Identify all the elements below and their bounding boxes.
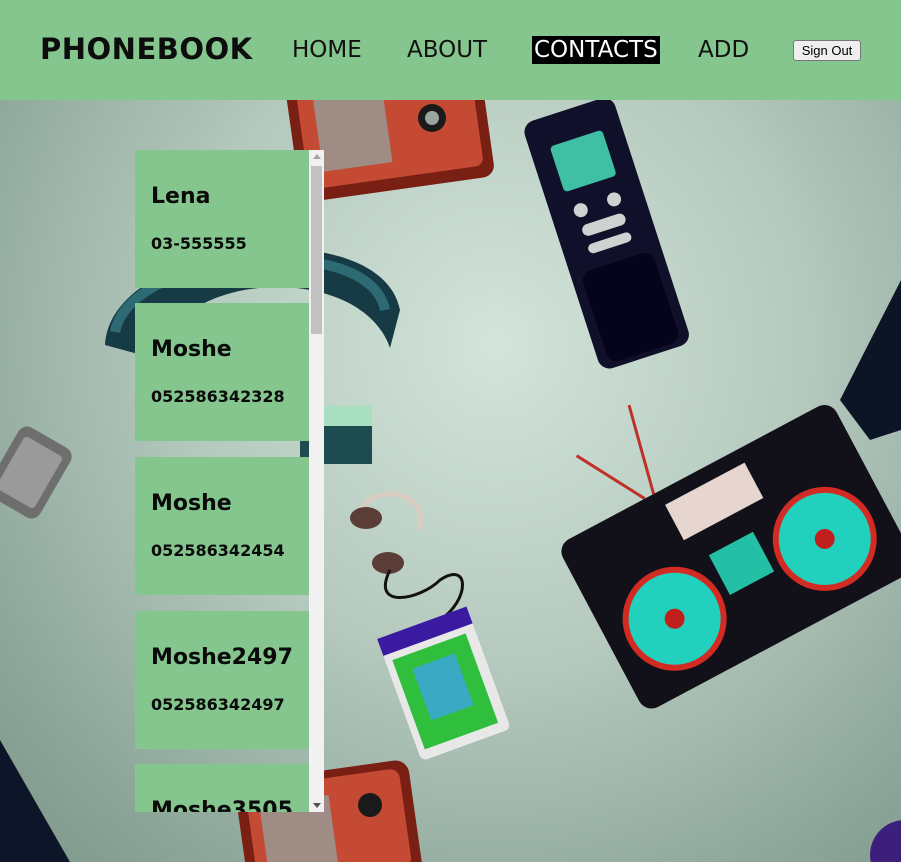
nav-about-link[interactable]: ABOUT [407,36,487,64]
brand-title: PHONEBOOK [40,32,253,66]
contact-name: Moshe3505 [151,798,293,812]
nav-home-link[interactable]: HOME [292,36,362,64]
contact-card[interactable]: Moshe3505 [135,764,309,812]
boombox-illustration [561,404,901,709]
cassette-player-illustration [377,606,510,760]
contact-phone: 052586342454 [151,541,285,560]
contact-phone: 03-555555 [151,234,247,253]
nav-contacts-link[interactable]: CONTACTS [532,36,660,64]
scroll-up-arrow-icon[interactable] [313,154,321,159]
headphones-illustration [350,491,464,622]
contact-phone: 052586342328 [151,387,285,406]
scroll-thumb[interactable] [311,166,322,334]
contact-phone: 052586342497 [151,695,285,714]
contact-name: Lena [151,184,211,209]
contact-card[interactable]: Lena 03-555555 [135,150,309,288]
contact-card[interactable]: Moshe2497 052586342497 [135,611,309,749]
contact-name: Moshe [151,337,232,362]
grey-phone-illustration [0,426,72,519]
mobile-phone-illustration [524,100,689,369]
contact-name: Moshe [151,491,232,516]
top-navbar: PHONEBOOK HOME ABOUT CONTACTS ADD Sign O… [0,0,901,100]
contact-card[interactable]: Moshe 052586342454 [135,457,309,595]
contacts-list[interactable]: Lena 03-555555 Moshe 052586342328 Moshe … [135,150,324,812]
nav-add-link[interactable]: ADD [698,36,749,64]
contact-card[interactable]: Moshe 052586342328 [135,303,309,441]
sign-out-button[interactable]: Sign Out [793,40,861,61]
contacts-scrollbar[interactable] [309,150,324,812]
contact-name: Moshe2497 [151,645,293,670]
scroll-down-arrow-icon[interactable] [313,803,321,808]
